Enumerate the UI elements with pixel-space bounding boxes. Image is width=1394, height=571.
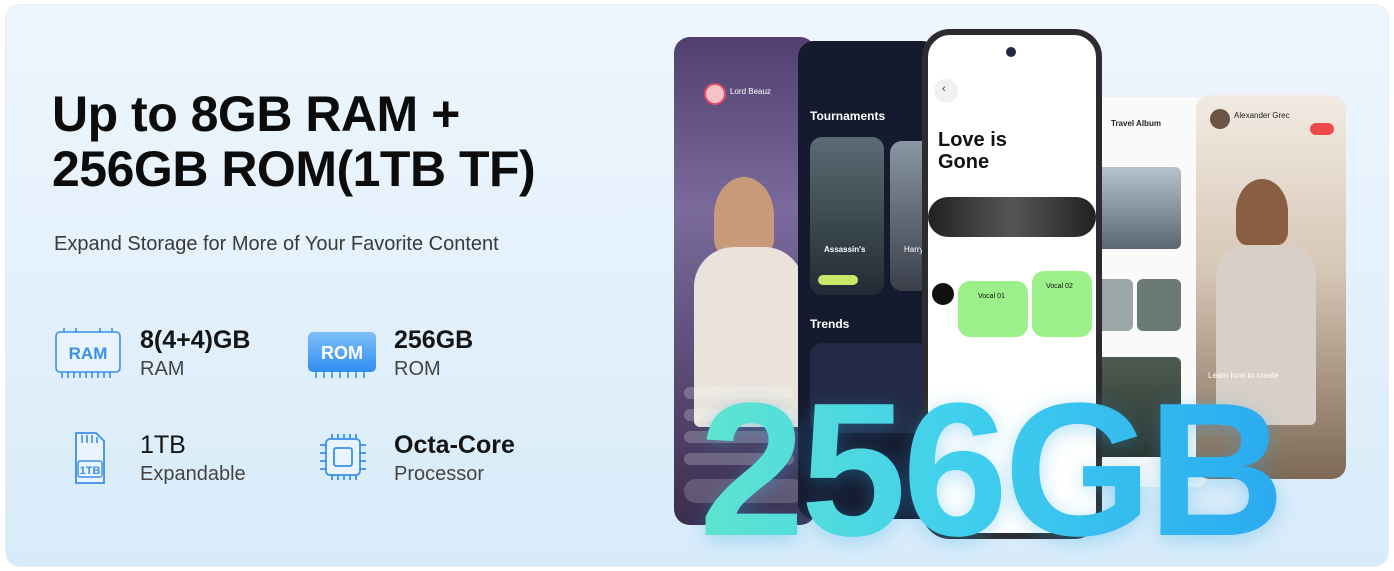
processor-label: Processor <box>394 463 485 485</box>
ram-chip-icon: RAM <box>52 326 124 382</box>
back-button[interactable]: ‹ <box>934 79 958 103</box>
processor-value: Octa-Core <box>394 431 515 459</box>
headline-line-2: 256GB ROM(1TB TF) <box>52 141 536 197</box>
album-photo[interactable] <box>1089 167 1181 249</box>
expandable-value: 1TB <box>140 431 186 459</box>
camera-notch <box>1006 47 1016 57</box>
streamer-head <box>714 177 774 255</box>
avatar <box>704 83 726 105</box>
avatar <box>1210 109 1230 129</box>
project-title-line-1: Love is <box>938 129 1007 151</box>
sd-card-icon: 1TB <box>52 431 124 487</box>
expandable-label: Expandable <box>140 463 246 485</box>
game-card[interactable]: Assassin's <box>810 137 884 295</box>
chevron-left-icon: ‹ <box>942 83 946 95</box>
vocal-card[interactable]: Vocal 02 <box>1032 271 1092 337</box>
profile-name: Alexander Grec <box>1234 111 1290 120</box>
tournaments-title: Tournaments <box>810 109 886 123</box>
svg-text:1TB: 1TB <box>80 465 101 477</box>
vocal-card[interactable]: Vocal 01 <box>958 281 1028 337</box>
product-banner: Up to 8GB RAM + 256GB ROM(1TB TF) Expand… <box>6 5 1388 566</box>
person-head <box>1236 179 1288 245</box>
mic-button[interactable] <box>932 283 954 305</box>
project-title-line-2: Gone <box>938 151 990 173</box>
ram-value: 8(4+4)GB <box>140 326 251 354</box>
vocal-card-title: Vocal 01 <box>978 293 1005 300</box>
headline-line-1: Up to 8GB RAM + <box>52 86 460 142</box>
album-photo[interactable] <box>1137 279 1181 331</box>
trends-title: Trends <box>810 317 850 331</box>
rom-label: ROM <box>394 358 441 380</box>
vocal-card-title: Vocal 02 <box>1046 283 1073 290</box>
subheadline: Expand Storage for More of Your Favorite… <box>54 233 499 255</box>
live-badge <box>1310 123 1334 135</box>
game-card-title: Harry <box>904 245 924 254</box>
spec-processor: Octa-Core Processor <box>306 430 515 488</box>
project-title: Love is Gone <box>938 129 1007 173</box>
spec-expandable: 1TB 1TB Expandable <box>52 430 246 488</box>
headline: Up to 8GB RAM + 256GB ROM(1TB TF) <box>52 87 652 197</box>
album-title: Travel Album <box>1111 119 1161 128</box>
spec-rom: ROM 256GB ROM <box>306 325 473 383</box>
rating-badge <box>818 275 858 285</box>
ram-label: RAM <box>140 358 185 380</box>
svg-text:RAM: RAM <box>69 344 108 363</box>
processor-chip-icon <box>306 431 378 487</box>
stream-username: Lord Beauz <box>730 87 771 96</box>
game-card-title: Assassin's <box>824 245 866 254</box>
spec-ram: RAM 8(4+4)GB RAM <box>52 325 250 383</box>
rom-value: 256GB <box>394 326 474 354</box>
waveform-bar[interactable] <box>928 197 1096 237</box>
storage-big-text: 256GB <box>699 364 1285 566</box>
svg-text:ROM: ROM <box>321 343 363 363</box>
rom-chip-icon: ROM <box>306 326 378 382</box>
